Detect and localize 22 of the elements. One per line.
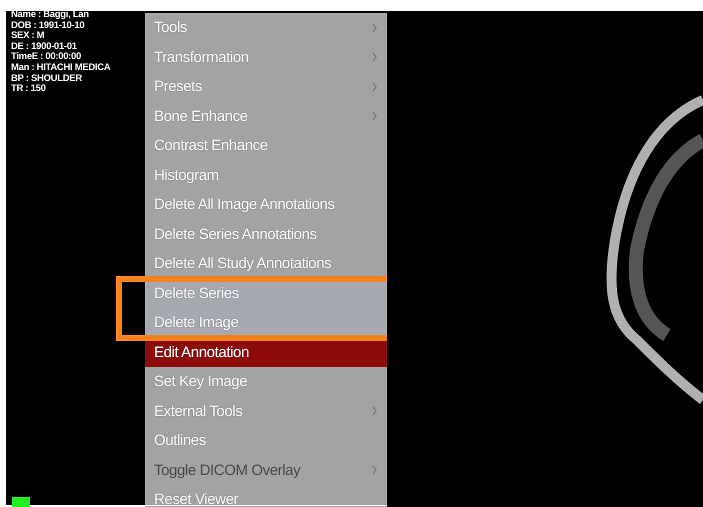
menu-item[interactable]: Contrast Enhance (145, 131, 387, 160)
patient-info-text: TR : 150 (11, 84, 47, 95)
menu-item[interactable]: Bone Enhance (145, 102, 387, 131)
menu-item[interactable]: Set Key Image (145, 367, 387, 396)
patient-info-text: BP : SHOULDER (11, 74, 83, 84)
patient-info-text: TimeE : 00:00:00 (11, 52, 82, 63)
menu-item[interactable]: Presets (145, 72, 387, 102)
menu-item[interactable]: Delete Image (145, 308, 387, 338)
patient-info-text: SEX : M (11, 31, 46, 42)
patient-info-text: DE : 1900-01-01 (11, 42, 78, 52)
menu-item[interactable]: Histogram (145, 160, 387, 190)
patient-info-text: Man : HITACHI MEDICA (11, 62, 112, 74)
menu-item[interactable]: External Tools (145, 396, 387, 426)
menu-item[interactable]: Tools (145, 13, 387, 42)
patient-info-text: Name : Baggi, Lan (11, 10, 90, 21)
menu-item[interactable]: Delete All Study Annotations (145, 249, 387, 278)
menu-item[interactable]: Delete All Image Annotations (145, 190, 387, 220)
menu-item[interactable]: Outlines (145, 426, 387, 456)
menu-item[interactable]: Transformation (145, 42, 387, 72)
menu-item[interactable]: Delete Series Annotations (145, 220, 387, 249)
menu-item[interactable]: Reset Viewer (145, 485, 387, 507)
patient-info-text: DOB : 1991-10-10 (11, 20, 86, 31)
